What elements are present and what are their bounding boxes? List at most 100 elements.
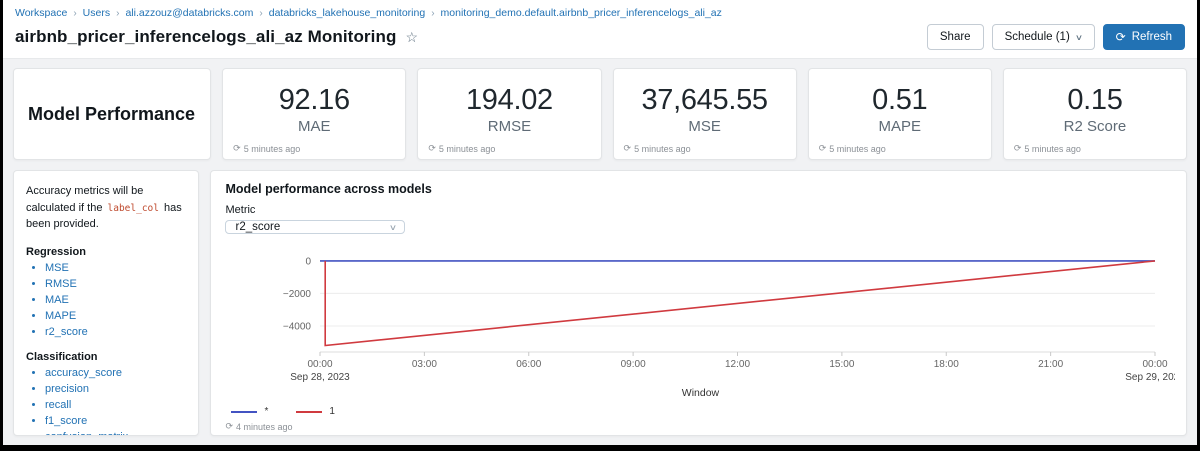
metric-select[interactable]: r2_score ∨ — [225, 220, 405, 234]
metric-value: 0.15 — [1067, 84, 1122, 117]
chevron-down-icon: ∨ — [388, 223, 396, 232]
dashboard: Model Performance 92.16 MAE ⟳ 5 minutes … — [3, 59, 1197, 445]
metric-updated: ⟳ 5 minutes ago — [233, 143, 300, 154]
x-tick-label: 03:00 — [412, 359, 437, 370]
metric-card-r2-score: 0.15 R2 Score ⟳ 5 minutes ago — [1003, 68, 1187, 160]
list-item: MAE — [45, 294, 186, 306]
list-item: MAPE — [45, 310, 186, 322]
metric-value: 92.16 — [279, 84, 350, 117]
refresh-icon: ⟳ — [1014, 143, 1022, 154]
chart-legend: *1 — [231, 406, 1172, 417]
performance-chart: 0−2000−400000:0003:0006:0009:0012:0015:0… — [225, 244, 1175, 386]
metric-updated-text: 5 minutes ago — [829, 144, 886, 154]
x-date-label: Sep 29, 2023 — [1126, 372, 1176, 383]
y-tick-label: −2000 — [283, 289, 312, 300]
metric-value: 0.51 — [872, 84, 927, 117]
classification-heading: Classification — [26, 351, 186, 363]
metric-value: 37,645.55 — [641, 84, 767, 117]
breadcrumb-separator-icon: › — [431, 8, 434, 19]
page-title: airbnb_pricer_inferencelogs_ali_az Monit… — [15, 27, 396, 47]
chart-area: 0−2000−400000:0003:0006:0009:0012:0015:0… — [225, 244, 1172, 417]
topbar: Workspace › Users › ali.azzouz@databrick… — [3, 0, 1197, 59]
metric-link-rmse[interactable]: RMSE — [45, 278, 77, 290]
breadcrumb-item-lakehouse-monitoring[interactable]: databricks_lakehouse_monitoring — [269, 7, 425, 19]
x-tick-label: 06:00 — [517, 359, 542, 370]
chart-updated: ⟳ 4 minutes ago — [225, 417, 1172, 432]
metric-value: 194.02 — [466, 84, 553, 117]
x-tick-label: 15:00 — [830, 359, 855, 370]
list-item: precision — [45, 383, 186, 395]
legend-line — [296, 411, 322, 413]
list-item: f1_score — [45, 415, 186, 427]
breadcrumb-item-users[interactable]: Users — [83, 7, 110, 19]
legend-item[interactable]: 1 — [296, 406, 335, 417]
metric-label: MAPE — [879, 118, 922, 135]
metric-link-recall[interactable]: recall — [45, 399, 71, 411]
metric-updated: ⟳ 5 minutes ago — [1014, 143, 1081, 154]
chart-title: Model performance across models — [225, 182, 1172, 196]
metric-updated-text: 5 minutes ago — [634, 144, 691, 154]
refresh-button[interactable]: ⟳ Refresh — [1103, 24, 1185, 50]
metric-link-r2-score[interactable]: r2_score — [45, 326, 88, 338]
share-button[interactable]: Share — [927, 24, 984, 50]
favorite-star-icon[interactable]: ☆ — [405, 29, 418, 46]
list-item: MSE — [45, 262, 186, 274]
title-row: airbnb_pricer_inferencelogs_ali_az Monit… — [15, 24, 1185, 50]
chart-updated-text: 4 minutes ago — [236, 422, 293, 432]
metric-select-value: r2_score — [235, 221, 280, 233]
x-tick-label: 00:00 — [1143, 359, 1168, 370]
x-tick-label: 18:00 — [934, 359, 959, 370]
breadcrumb-item-user-email[interactable]: ali.azzouz@databricks.com — [125, 7, 253, 19]
schedule-button[interactable]: Schedule (1) ∨ — [992, 24, 1095, 50]
section-title: Model Performance — [28, 104, 195, 125]
legend-item[interactable]: * — [231, 406, 268, 417]
refresh-icon: ⟳ — [624, 143, 632, 154]
schedule-button-label: Schedule (1) — [1005, 31, 1070, 43]
performance-chart-card: Model performance across models Metric r… — [210, 170, 1187, 436]
metric-link-precision[interactable]: precision — [45, 383, 89, 395]
metric-card-mae: 92.16 MAE ⟳ 5 minutes ago — [222, 68, 406, 160]
breadcrumb-item-workspace[interactable]: Workspace — [15, 7, 67, 19]
label-col-code: label_col — [108, 203, 159, 214]
regression-links: MSE RMSE MAE MAPE r2_score — [26, 262, 186, 338]
metric-label: RMSE — [488, 118, 531, 135]
refresh-icon: ⟳ — [428, 143, 436, 154]
x-date-label: Sep 28, 2023 — [291, 372, 351, 383]
list-item: confusion_matrix — [45, 431, 186, 437]
metric-updated-text: 5 minutes ago — [244, 144, 301, 154]
metric-updated: ⟳ 5 minutes ago — [428, 143, 495, 154]
metric-card-rmse: 194.02 RMSE ⟳ 5 minutes ago — [417, 68, 601, 160]
list-item: recall — [45, 399, 186, 411]
metric-link-mae[interactable]: MAE — [45, 294, 69, 306]
metric-link-mape[interactable]: MAPE — [45, 310, 76, 322]
list-item: accuracy_score — [45, 367, 186, 379]
metric-updated-text: 5 minutes ago — [1024, 144, 1081, 154]
y-tick-label: 0 — [306, 256, 312, 267]
breadcrumb-item-table[interactable]: monitoring_demo.default.airbnb_pricer_in… — [441, 7, 722, 19]
y-tick-label: −4000 — [283, 321, 312, 332]
metric-link-f1-score[interactable]: f1_score — [45, 415, 87, 427]
x-tick-label: 21:00 — [1039, 359, 1064, 370]
content-row: Accuracy metrics will be calculated if t… — [13, 170, 1187, 436]
metric-label: R2 Score — [1064, 118, 1127, 135]
legend-label: * — [264, 406, 268, 417]
x-tick-label: 00:00 — [308, 359, 333, 370]
breadcrumb-separator-icon: › — [259, 8, 262, 19]
accuracy-note: Accuracy metrics will be calculated if t… — [26, 183, 186, 233]
metric-link-accuracy-score[interactable]: accuracy_score — [45, 367, 122, 379]
metric-label: MSE — [688, 118, 721, 135]
refresh-icon: ⟳ — [1116, 30, 1126, 44]
list-item: r2_score — [45, 326, 186, 338]
metric-updated: ⟳ 5 minutes ago — [624, 143, 691, 154]
header-actions: Share Schedule (1) ∨ ⟳ Refresh — [927, 24, 1185, 50]
metric-updated: ⟳ 5 minutes ago — [819, 143, 886, 154]
list-item: RMSE — [45, 278, 186, 290]
metric-link-mse[interactable]: MSE — [45, 262, 69, 274]
metric-link-confusion-matrix[interactable]: confusion_matrix — [45, 431, 128, 437]
breadcrumb-separator-icon: › — [73, 8, 76, 19]
metric-updated-text: 5 minutes ago — [439, 144, 496, 154]
section-title-card: Model Performance — [13, 68, 211, 160]
x-tick-label: 09:00 — [621, 359, 646, 370]
x-axis-title: Window — [225, 387, 1175, 399]
chevron-down-icon: ∨ — [1075, 33, 1083, 42]
